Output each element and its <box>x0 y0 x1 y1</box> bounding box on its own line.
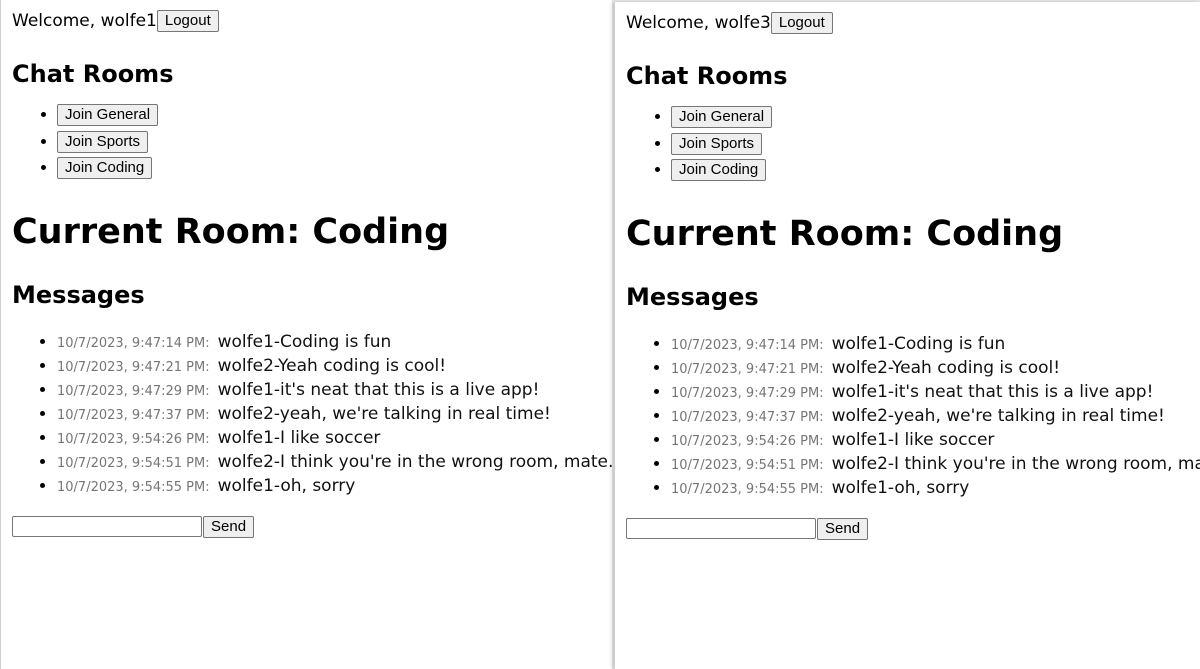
room-list-item: Join Sports <box>57 130 612 158</box>
room-list: Join General Join Sports Join Coding <box>12 104 612 184</box>
current-room-heading: Current Room: Coding <box>12 211 450 252</box>
chat-rooms-heading: Chat Rooms <box>12 60 174 88</box>
message-input[interactable] <box>12 516 202 537</box>
join-general-button[interactable]: Join General <box>671 106 773 128</box>
message-composer: Send <box>12 515 612 538</box>
message-text: wolfe1-it's neat that this is a live app… <box>217 379 540 400</box>
join-coding-button[interactable]: Join Coding <box>671 159 767 181</box>
chat-rooms-heading: Chat Rooms <box>626 62 788 90</box>
message-timestamp: 10/7/2023, 9:47:29 PM: <box>57 383 210 399</box>
message-item: 10/7/2023, 9:47:37 PM: wolfe2-yeah, we're… <box>671 404 1200 428</box>
room-list: Join General Join Sports Join Coding <box>626 106 1200 186</box>
message-item: 10/7/2023, 9:47:29 PM: wolfe1-it's neat t… <box>57 378 612 402</box>
welcome-text: Welcome, wolfe1 <box>12 11 157 31</box>
message-item: 10/7/2023, 9:47:14 PM: wolfe1-Coding is f… <box>57 330 612 354</box>
message-text: wolfe1-Coding is fun <box>831 333 1006 354</box>
message-text: wolfe2-I think you're in the wrong room,… <box>217 451 612 472</box>
room-list-item: Join Sports <box>671 132 1200 160</box>
message-timestamp: 10/7/2023, 9:54:51 PM: <box>57 455 210 471</box>
messages-heading: Messages <box>12 280 145 309</box>
send-button[interactable]: Send <box>203 515 255 538</box>
message-timestamp: 10/7/2023, 9:54:51 PM: <box>671 457 824 473</box>
room-list-item: Join General <box>57 104 612 131</box>
welcome-text: Welcome, wolfe3 <box>626 13 771 33</box>
message-list: 10/7/2023, 9:47:14 PM: wolfe1-Coding is f… <box>626 332 1200 500</box>
message-text: wolfe2-yeah, we're talking in real time! <box>217 403 551 424</box>
message-item: 10/7/2023, 9:47:29 PM: wolfe1-it's neat t… <box>671 380 1200 404</box>
welcome-bar: Welcome, wolfe3 Logout <box>626 10 1200 36</box>
logout-button[interactable]: Logout <box>770 12 833 34</box>
message-timestamp: 10/7/2023, 9:54:26 PM: <box>57 431 210 447</box>
message-text: wolfe1-I like soccer <box>831 429 995 450</box>
message-item: 10/7/2023, 9:47:37 PM: wolfe2-yeah, we're… <box>57 402 612 426</box>
logout-button[interactable]: Logout <box>156 10 219 32</box>
message-item: 10/7/2023, 9:54:55 PM: wolfe1-oh, sorry <box>57 474 612 498</box>
current-room-heading: Current Room: Coding <box>626 213 1064 254</box>
message-item: 10/7/2023, 9:54:51 PM: wolfe2-I think you… <box>671 452 1200 476</box>
message-text: wolfe2-I think you're in the wrong room,… <box>831 453 1200 474</box>
room-list-item: Join Coding <box>57 157 612 184</box>
message-timestamp: 10/7/2023, 9:47:37 PM: <box>671 409 824 425</box>
message-text: wolfe1-Coding is fun <box>217 331 392 352</box>
messages-heading: Messages <box>626 282 759 311</box>
room-list-item: Join General <box>671 106 1200 133</box>
message-timestamp: 10/7/2023, 9:47:21 PM: <box>57 359 210 375</box>
message-composer: Send <box>626 517 1200 540</box>
chat-window-right: Welcome, wolfe3 Logout Chat Rooms Join G… <box>614 2 1200 669</box>
join-general-button[interactable]: Join General <box>57 104 159 126</box>
send-button[interactable]: Send <box>817 517 869 540</box>
message-text: wolfe1-oh, sorry <box>217 475 356 496</box>
message-timestamp: 10/7/2023, 9:54:55 PM: <box>57 479 210 495</box>
message-timestamp: 10/7/2023, 9:47:14 PM: <box>57 335 210 351</box>
message-item: 10/7/2023, 9:47:14 PM: wolfe1-Coding is f… <box>671 332 1200 356</box>
message-text: wolfe2-Yeah coding is cool! <box>217 355 447 376</box>
message-text: wolfe1-oh, sorry <box>831 477 970 498</box>
message-text: wolfe2-Yeah coding is cool! <box>831 357 1061 378</box>
message-timestamp: 10/7/2023, 9:47:21 PM: <box>671 361 824 377</box>
join-sports-button[interactable]: Join Sports <box>671 132 763 155</box>
message-item: 10/7/2023, 9:47:21 PM: wolfe2-Yeah coding… <box>57 354 612 378</box>
message-timestamp: 10/7/2023, 9:54:55 PM: <box>671 481 824 497</box>
message-timestamp: 10/7/2023, 9:47:14 PM: <box>671 337 824 353</box>
room-list-item: Join Coding <box>671 159 1200 186</box>
chat-window-left: Welcome, wolfe1 Logout Chat Rooms Join G… <box>0 0 612 669</box>
message-item: 10/7/2023, 9:54:51 PM: wolfe2-I think you… <box>57 450 612 474</box>
welcome-bar: Welcome, wolfe1 Logout <box>12 8 612 34</box>
message-item: 10/7/2023, 9:54:26 PM: wolfe1-I like socc… <box>57 426 612 450</box>
message-text: wolfe1-it's neat that this is a live app… <box>831 381 1154 402</box>
message-text: wolfe1-I like soccer <box>217 427 381 448</box>
join-coding-button[interactable]: Join Coding <box>57 157 153 179</box>
message-list: 10/7/2023, 9:47:14 PM: wolfe1-Coding is f… <box>12 330 612 498</box>
message-item: 10/7/2023, 9:47:21 PM: wolfe2-Yeah coding… <box>671 356 1200 380</box>
message-input[interactable] <box>626 518 816 539</box>
message-timestamp: 10/7/2023, 9:47:37 PM: <box>57 407 210 423</box>
message-timestamp: 10/7/2023, 9:54:26 PM: <box>671 433 824 449</box>
message-text: wolfe2-yeah, we're talking in real time! <box>831 405 1165 426</box>
message-timestamp: 10/7/2023, 9:47:29 PM: <box>671 385 824 401</box>
join-sports-button[interactable]: Join Sports <box>57 130 149 153</box>
message-item: 10/7/2023, 9:54:55 PM: wolfe1-oh, sorry <box>671 476 1200 500</box>
message-item: 10/7/2023, 9:54:26 PM: wolfe1-I like socc… <box>671 428 1200 452</box>
